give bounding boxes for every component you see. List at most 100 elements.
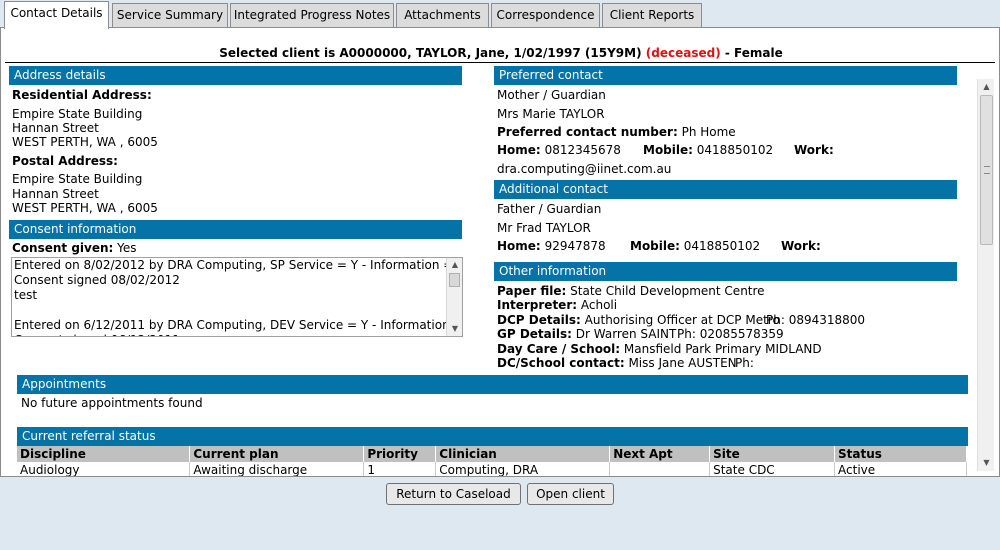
open-client-button[interactable]: Open client — [527, 483, 614, 505]
dc-school-contact-label: DC/School contact: — [497, 356, 625, 370]
tab-correspondence[interactable]: Correspondence — [491, 3, 600, 28]
additional-home-label: Home: — [497, 239, 541, 253]
day-care-school-value: Mansfield Park Primary MIDLAND — [623, 342, 822, 356]
gp-details-label: GP Details: — [497, 327, 572, 341]
additional-home: Home: 92947878 — [497, 239, 606, 253]
dc-school-contact: DC/School contact: Miss Jane AUSTEN — [497, 356, 737, 370]
tab-service-summary[interactable]: Service Summary — [112, 3, 228, 28]
deceased-flag: (deceased) — [645, 46, 721, 60]
preferred-mobile-label: Mobile: — [643, 143, 693, 157]
preferred-home-label: Home: — [497, 143, 541, 157]
cell-next-apt — [609, 462, 711, 476]
gp-details-value: Dr Warren SAINT — [575, 327, 677, 341]
additional-contact-header: Additional contact — [494, 180, 957, 199]
residential-line-2: Hannan Street — [12, 121, 99, 135]
consent-notes-text: Entered on 8/02/2012 by DRA Computing, S… — [14, 258, 462, 336]
day-care-school-label: Day Care / School: — [497, 342, 621, 356]
preferred-email: dra.computing@iinet.com.au — [497, 162, 672, 176]
gp-details: GP Details: Dr Warren SAINT — [497, 327, 676, 341]
additional-mobile: Mobile: 0418850102 — [630, 239, 760, 253]
referral-table: Discipline Current plan Priority Clinici… — [17, 446, 967, 476]
preferred-mobile: Mobile: 0418850102 — [643, 143, 773, 157]
cell-clinician: Computing, DRA — [435, 462, 611, 476]
dcp-phone: Ph: 0894318800 — [766, 313, 866, 327]
residential-line-1: Empire State Building — [12, 107, 143, 121]
grip-icon — [984, 166, 990, 174]
preferred-number-value: Ph Home — [681, 125, 736, 139]
referral-table-header-row: Discipline Current plan Priority Clinici… — [17, 446, 967, 462]
consent-notes-textarea[interactable]: Entered on 8/02/2012 by DRA Computing, S… — [11, 257, 463, 337]
preferred-number: Preferred contact number: Ph Home — [497, 125, 736, 139]
preferred-home-value: 0812345678 — [544, 143, 621, 157]
tab-contact-details[interactable]: Contact Details — [4, 1, 109, 29]
preferred-work-label: Work: — [794, 143, 834, 157]
dc-school-contact-value: Miss Jane AUSTEN — [628, 356, 737, 370]
scroll-thumb[interactable] — [980, 95, 993, 245]
additional-work-label: Work: — [781, 239, 821, 253]
paper-file-value: State Child Development Centre — [570, 284, 765, 298]
scroll-up-icon[interactable]: ▲ — [447, 258, 462, 272]
dcp-details-value: Authorising Officer at DCP Metro — [584, 313, 780, 327]
dc-school-phone: Ph: — [735, 356, 754, 370]
preferred-mobile-value: 0418850102 — [696, 143, 774, 157]
main-scrollbar[interactable]: ▲ ▼ — [977, 79, 994, 471]
consent-information-header: Consent information — [9, 220, 462, 239]
cell-priority: 1 — [363, 462, 437, 476]
scroll-thumb[interactable] — [449, 273, 460, 287]
col-site[interactable]: Site — [709, 446, 836, 462]
client-gender: - Female — [724, 46, 783, 60]
additional-relation: Father / Guardian — [497, 202, 602, 216]
consent-notes-scrollbar[interactable]: ▲ ▼ — [446, 258, 462, 336]
additional-name: Mr Frad TAYLOR — [497, 221, 591, 235]
interpreter-value: Acholi — [580, 298, 618, 312]
additional-mobile-label: Mobile: — [630, 239, 680, 253]
cell-current-plan: Awaiting discharge — [189, 462, 365, 476]
col-status[interactable]: Status — [834, 446, 967, 462]
scroll-down-icon[interactable]: ▼ — [978, 455, 995, 471]
header-divider — [5, 62, 995, 63]
postal-line-2: Hannan Street — [12, 187, 99, 201]
additional-home-value: 92947878 — [544, 239, 606, 253]
col-next-apt[interactable]: Next Apt — [609, 446, 711, 462]
consent-given-value: Yes — [117, 241, 137, 255]
appointments-header: Appointments — [17, 375, 968, 394]
cell-site: State CDC — [709, 462, 836, 476]
residential-line-3: WEST PERTH, WA , 6005 — [12, 135, 158, 149]
postal-address-label: Postal Address: — [12, 154, 118, 168]
dcp-details: DCP Details: Authorising Officer at DCP … — [497, 313, 780, 327]
scroll-down-icon[interactable]: ▼ — [447, 322, 462, 336]
cell-status: Active — [834, 462, 967, 476]
residential-address-label: Residential Address: — [12, 88, 152, 102]
tab-attachments[interactable]: Attachments — [396, 3, 489, 28]
table-row[interactable]: Audiology Awaiting discharge 1 Computing… — [17, 462, 967, 476]
additional-mobile-value: 0418850102 — [683, 239, 761, 253]
paper-file-label: Paper file: — [497, 284, 567, 298]
return-to-caseload-button[interactable]: Return to Caseload — [386, 483, 521, 505]
col-current-plan[interactable]: Current plan — [189, 446, 365, 462]
selected-client-header: Selected client is A0000000, TAYLOR, Jan… — [1, 46, 999, 60]
tab-integrated-progress-notes[interactable]: Integrated Progress Notes — [230, 3, 394, 28]
interpreter: Interpreter: Acholi — [497, 298, 617, 312]
tab-bar: Contact Details Service Summary Integrat… — [0, 0, 1000, 29]
postal-line-1: Empire State Building — [12, 172, 143, 186]
current-referral-status-header: Current referral status — [17, 427, 968, 446]
preferred-home: Home: 0812345678 — [497, 143, 621, 157]
dcp-details-label: DCP Details: — [497, 313, 581, 327]
tab-client-reports[interactable]: Client Reports — [602, 3, 702, 28]
col-clinician[interactable]: Clinician — [435, 446, 611, 462]
other-information-header: Other information — [494, 262, 957, 281]
address-details-header: Address details — [9, 66, 462, 85]
day-care-school: Day Care / School: Mansfield Park Primar… — [497, 342, 822, 356]
consent-given: Consent given: Yes — [12, 241, 137, 255]
postal-line-3: WEST PERTH, WA , 6005 — [12, 201, 158, 215]
scroll-up-icon[interactable]: ▲ — [978, 79, 995, 95]
contact-details-panel: Selected client is A0000000, TAYLOR, Jan… — [0, 27, 1000, 477]
col-priority[interactable]: Priority — [363, 446, 437, 462]
interpreter-label: Interpreter: — [497, 298, 578, 312]
paper-file: Paper file: State Child Development Cent… — [497, 284, 765, 298]
gp-phone: Ph: 02085578359 — [677, 327, 784, 341]
preferred-contact-header: Preferred contact — [494, 66, 957, 85]
col-discipline[interactable]: Discipline — [17, 446, 191, 462]
preferred-name: Mrs Marie TAYLOR — [497, 107, 605, 121]
consent-given-label: Consent given: — [12, 241, 114, 255]
